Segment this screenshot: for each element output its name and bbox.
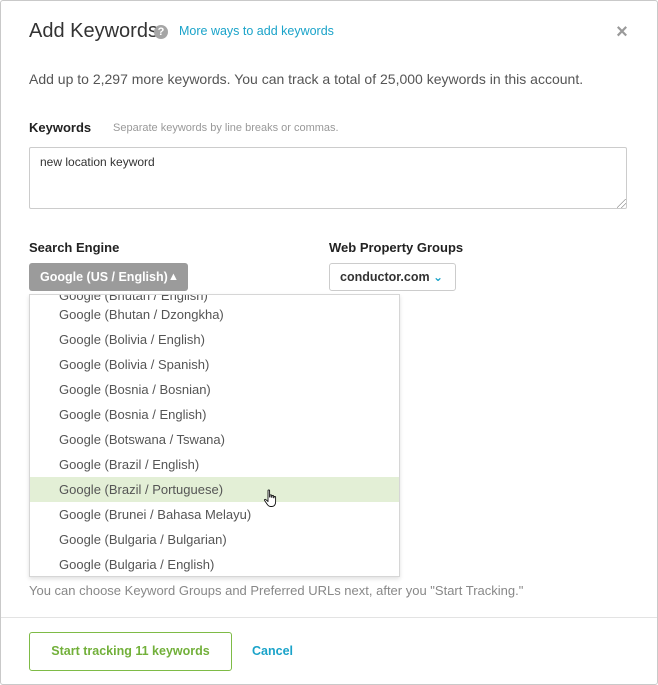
web-property-groups-label: Web Property Groups [329, 240, 464, 255]
dropdown-option[interactable]: Google (Bosnia / English) [30, 402, 399, 427]
keywords-textarea[interactable]: new location keyword [29, 147, 627, 209]
footer-divider [1, 617, 657, 618]
chevron-down-icon: ⌄ [433, 270, 444, 284]
dropdown-option[interactable]: Google (Botswana / Tswana) [30, 427, 399, 452]
resize-grip-icon[interactable] [617, 199, 626, 208]
dropdown-option[interactable]: Google (Bolivia / English) [30, 327, 399, 352]
search-engine-select[interactable]: Google (US / English) ▲ [29, 263, 188, 291]
dropdown-option[interactable]: Google (Bosnia / Bosnian) [30, 377, 399, 402]
search-engine-selected: Google (US / English) [40, 270, 168, 284]
search-engine-dropdown[interactable]: Google (Bhutan / English) Google (Bhutan… [29, 294, 400, 577]
cancel-link[interactable]: Cancel [252, 644, 293, 658]
dropdown-option[interactable]: Google (Bulgaria / English) [30, 552, 399, 576]
start-tracking-button[interactable]: Start tracking 11 keywords [29, 632, 232, 671]
dropdown-option[interactable]: Google (Bulgaria / Bulgarian) [30, 527, 399, 552]
web-property-selected: conductor.com [340, 270, 430, 284]
hand-cursor-icon [264, 489, 277, 507]
dropdown-option[interactable]: Google (Bhutan / Dzongkha) [30, 302, 399, 327]
dropdown-option[interactable]: Google (Brunei / Bahasa Melayu) [30, 502, 399, 527]
add-keywords-dialog: Add Keywords ? More ways to add keywords… [0, 0, 658, 685]
web-property-groups-select[interactable]: conductor.com ⌄ [329, 263, 456, 291]
help-icon[interactable]: ? [154, 25, 168, 39]
dropdown-option[interactable]: Google (Brazil / English) [30, 452, 399, 477]
chevron-up-icon: ▲ [168, 271, 179, 283]
dropdown-option[interactable]: Google (Bolivia / Spanish) [30, 352, 399, 377]
search-engine-label: Search Engine [29, 240, 120, 255]
dialog-title: Add Keywords [29, 20, 158, 42]
keywords-label: Keywords [29, 120, 92, 135]
keywords-hint: Separate keywords by line breaks or comm… [113, 122, 339, 134]
dropdown-option-highlighted[interactable]: Google (Brazil / Portuguese) [30, 477, 399, 502]
keyword-limit-text: Add up to 2,297 more keywords. You can t… [29, 71, 584, 87]
close-icon[interactable]: × [613, 22, 631, 42]
tracking-note: You can choose Keyword Groups and Prefer… [29, 583, 524, 598]
more-ways-link[interactable]: More ways to add keywords [179, 24, 334, 38]
